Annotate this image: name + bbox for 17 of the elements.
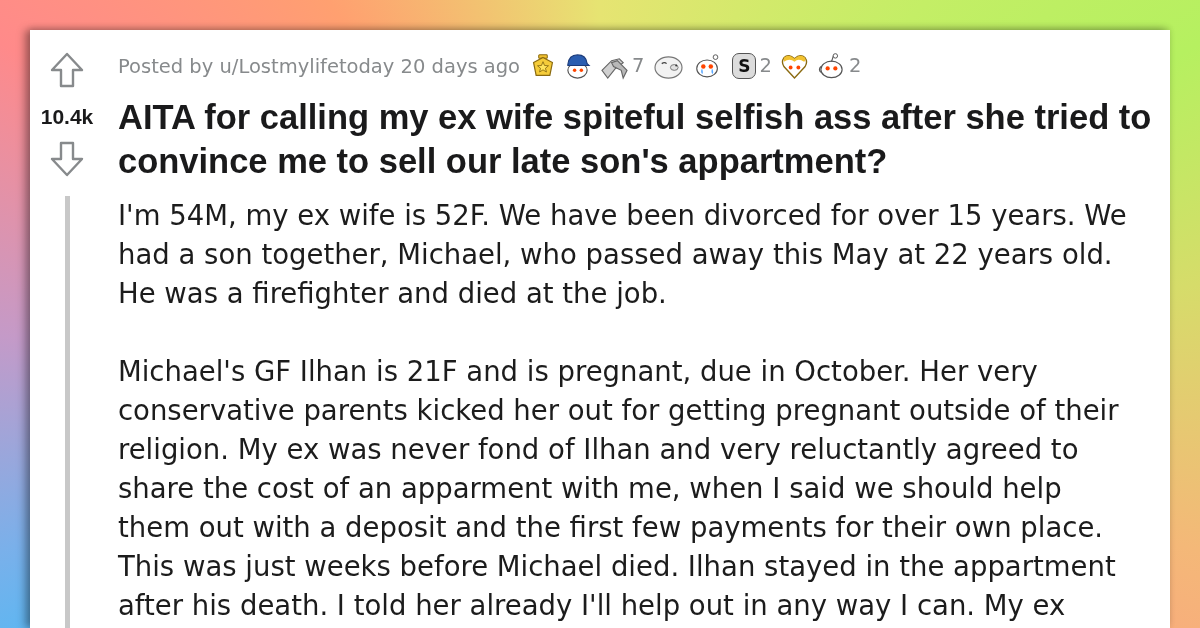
post-title[interactable]: AITA for calling my ex wife spiteful selfish ass after she tried to convince me to sell our late son's appartment? — [118, 95, 1162, 183]
star-medal-icon — [531, 53, 556, 79]
post-body-paragraph: Michael's GF Ilhan is 21F and is pregnant, due in October. Her very conservative parents kicked her out for getting pregnant outside of their religion. My ex was never fond of Ilhan and very reluctantly agreed to share the cost of an apparment with me, when I said we should help them out with a deposit and the first few payments for their own place. This was just weeks before Michael died. Ilhan stayed in the appartment after his death. I told her already I'll help out in any way I can. My ex — [118, 354, 1120, 623]
heart-mascot-icon — [780, 52, 808, 80]
award-count: 2 — [848, 54, 862, 78]
upvote-button[interactable] — [49, 52, 85, 88]
mascot-cap-icon — [564, 52, 592, 80]
award-count: 7 — [632, 54, 645, 78]
down-arrow-icon — [50, 141, 84, 177]
vote-score: 10.4k — [40, 105, 94, 129]
mascot-face-icon — [816, 52, 846, 80]
coin-badge: S — [732, 53, 757, 79]
post-meta: Posted by u/Lostmylifetoday 20 days ago — [118, 54, 521, 78]
downvote-button[interactable] — [49, 141, 85, 177]
up-arrow-icon — [50, 52, 84, 88]
post-body-paragraph: I'm 54M, my ex wife is 52F. We have been divorced for over 15 years. We had a son together, Michael, who passed away this May at 22 years old. He was a firefighter and died at the job. — [118, 198, 1128, 311]
award-count: 2 — [759, 54, 772, 78]
